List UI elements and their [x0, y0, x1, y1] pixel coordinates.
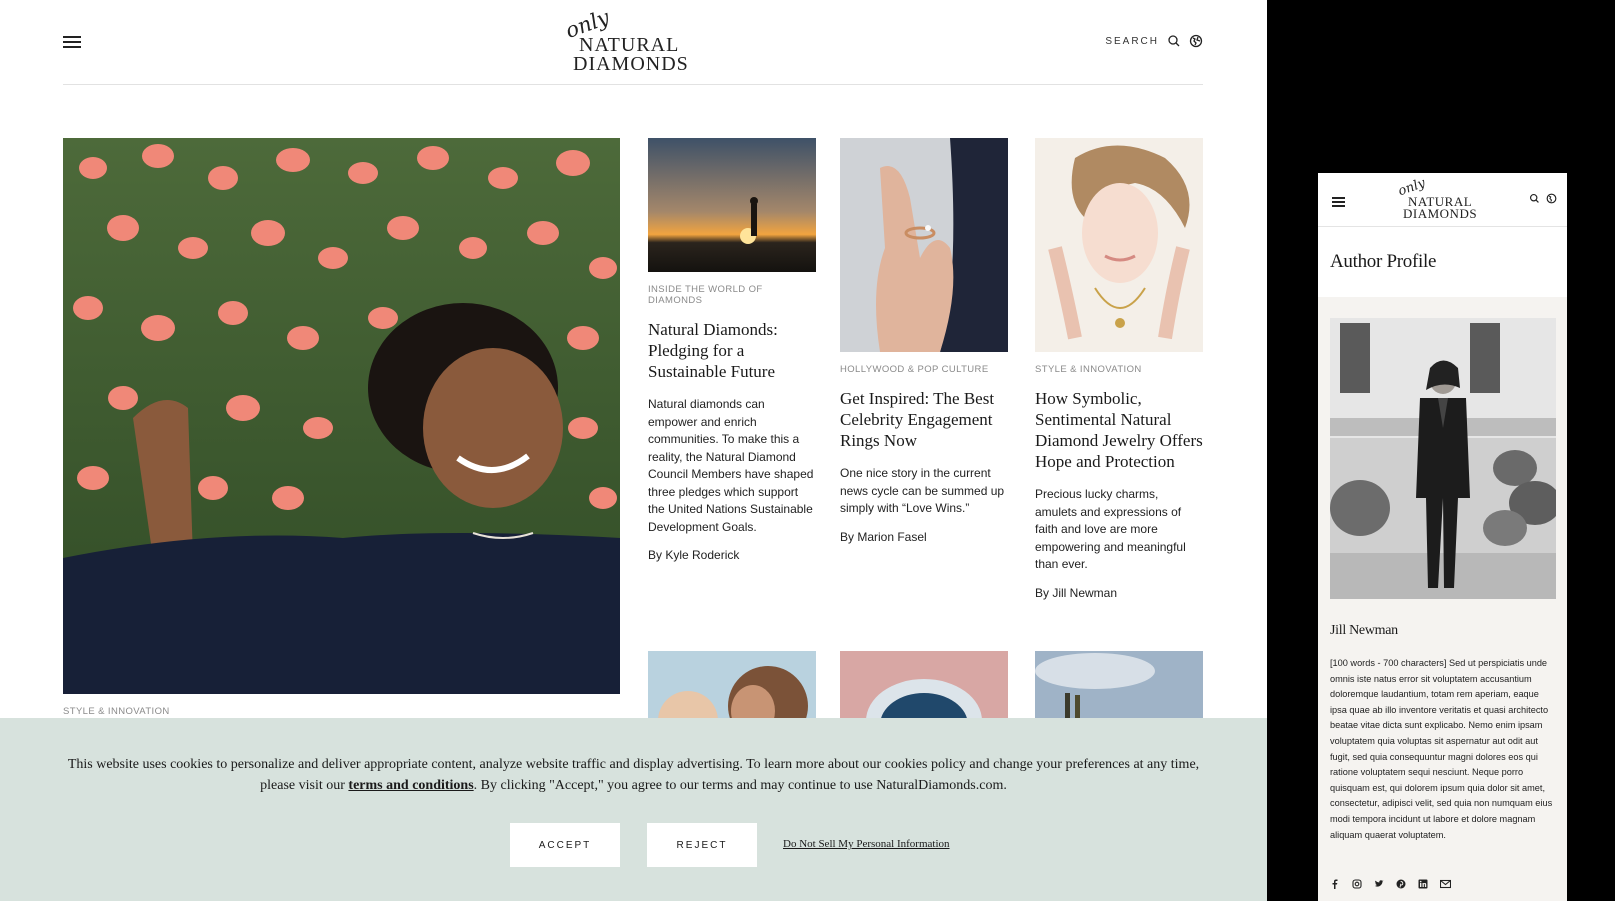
- site-logo[interactable]: only NATURAL DIAMONDS: [562, 5, 703, 75]
- social-links: [1330, 879, 1451, 889]
- page-title-area: Author Profile: [1318, 227, 1567, 297]
- author-name: Jill Newman: [1330, 623, 1398, 638]
- article-card[interactable]: STYLE & INNOVATION How Symbolic, Sentime…: [1035, 138, 1203, 600]
- twitter-icon[interactable]: [1374, 879, 1384, 889]
- globe-icon[interactable]: [1189, 34, 1203, 48]
- cookie-banner: This website uses cookies to personalize…: [0, 718, 1267, 901]
- search-icon[interactable]: [1167, 34, 1181, 48]
- desktop-view: only NATURAL DIAMONDS SEARCH STYLE & INN…: [0, 0, 1267, 901]
- article-title[interactable]: How Symbolic, Sentimental Natural Diamon…: [1035, 388, 1203, 472]
- menu-icon[interactable]: [1332, 197, 1345, 207]
- article-excerpt: One nice story in the current news cycle…: [840, 466, 1005, 515]
- cookie-message: This website uses cookies to personalize…: [55, 754, 1212, 796]
- article-thumbnail[interactable]: [648, 138, 816, 272]
- search-icon[interactable]: [1529, 193, 1540, 204]
- globe-icon[interactable]: [1546, 193, 1557, 204]
- article-category[interactable]: INSIDE THE WORLD OF DIAMONDS: [648, 284, 816, 306]
- mobile-view: only NATURAL DIAMONDS Author Profile Jil…: [1318, 173, 1567, 901]
- pinterest-icon[interactable]: [1396, 879, 1406, 889]
- article-thumbnail[interactable]: [1035, 651, 1203, 721]
- article-thumbnail[interactable]: [840, 138, 1008, 352]
- article-card[interactable]: INSIDE THE WORLD OF DIAMONDS Natural Dia…: [648, 138, 816, 562]
- article-byline[interactable]: By Jill Newman: [1035, 586, 1203, 600]
- article-byline[interactable]: By Kyle Roderick: [648, 548, 816, 562]
- logo-diamonds: DIAMONDS: [573, 53, 689, 75]
- logo-diamonds: DIAMONDS: [1403, 206, 1478, 221]
- author-bio: [100 words - 700 characters] Sed ut pers…: [1330, 658, 1553, 840]
- site-logo[interactable]: only NATURAL DIAMONDS: [1396, 176, 1490, 224]
- reject-button[interactable]: REJECT: [647, 823, 757, 867]
- page-title: Author Profile: [1330, 251, 1437, 272]
- article-byline[interactable]: By Marion Fasel: [840, 530, 1008, 544]
- article-excerpt: Precious lucky charms, amulets and expre…: [1035, 487, 1186, 571]
- article-category[interactable]: STYLE & INNOVATION: [1035, 364, 1203, 375]
- article-excerpt: Natural diamonds can empower and enrich …: [648, 397, 814, 534]
- linkedin-icon[interactable]: [1418, 879, 1428, 889]
- article-thumbnail[interactable]: [1035, 138, 1203, 352]
- hero-image[interactable]: [63, 138, 620, 694]
- cookie-text-part: . By clicking "Accept," you agree to our…: [473, 778, 1007, 793]
- article-title[interactable]: Natural Diamonds: Pledging for a Sustain…: [648, 319, 816, 382]
- mobile-header: only NATURAL DIAMONDS: [1318, 173, 1567, 227]
- do-not-sell-link[interactable]: Do Not Sell My Personal Information: [783, 838, 950, 850]
- article-thumbnail[interactable]: [648, 651, 816, 721]
- site-header: only NATURAL DIAMONDS SEARCH: [63, 0, 1203, 85]
- terms-link[interactable]: terms and conditions: [348, 778, 473, 793]
- instagram-icon[interactable]: [1352, 879, 1362, 889]
- article-card[interactable]: HOLLYWOOD & POP CULTURE Get Inspired: Th…: [840, 138, 1008, 544]
- article-title[interactable]: Get Inspired: The Best Celebrity Engagem…: [840, 388, 1008, 451]
- author-photo: [1330, 318, 1556, 599]
- hero-category[interactable]: STYLE & INNOVATION: [63, 706, 170, 717]
- facebook-icon[interactable]: [1330, 879, 1340, 889]
- email-icon[interactable]: [1440, 879, 1451, 889]
- menu-icon[interactable]: [63, 36, 81, 49]
- article-category[interactable]: HOLLYWOOD & POP CULTURE: [840, 364, 1008, 375]
- article-thumbnail[interactable]: [840, 651, 1008, 721]
- accept-button[interactable]: ACCEPT: [510, 823, 620, 867]
- search-label[interactable]: SEARCH: [1105, 36, 1159, 47]
